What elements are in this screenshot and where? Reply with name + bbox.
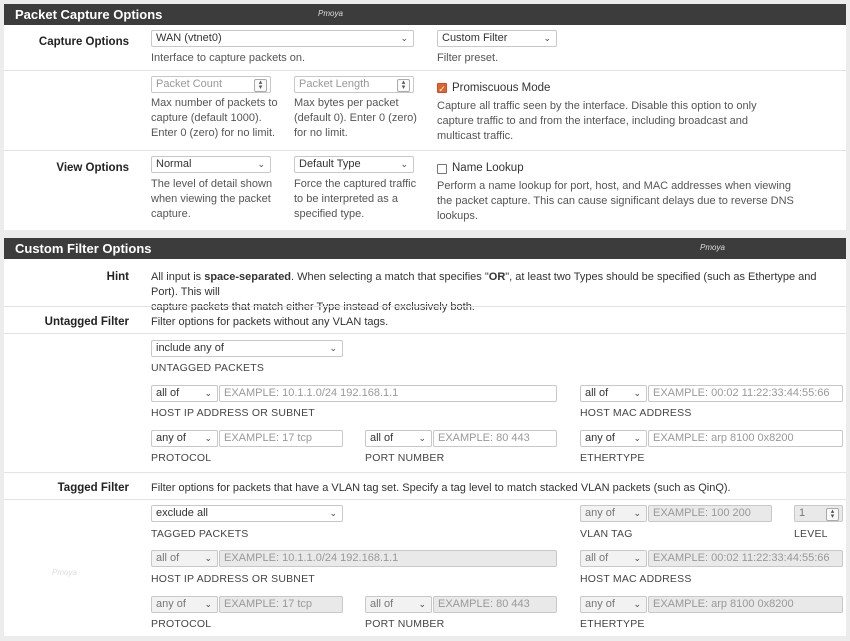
tagged-packets-caption: TAGGED PACKETS bbox=[151, 528, 249, 540]
untagged-ethertype-caption: ETHERTYPE bbox=[580, 452, 645, 464]
untagged-host-mac-caption: HOST MAC ADDRESS bbox=[580, 407, 692, 419]
watermark-logo: Pmoya bbox=[52, 568, 77, 577]
view-options-label: View Options bbox=[56, 162, 129, 174]
packet-count-input[interactable]: Packet Count ▴ ▾ bbox=[151, 76, 271, 93]
panel-title: Packet Capture Options bbox=[15, 7, 163, 22]
detail-level-help: The level of detail shown when viewing t… bbox=[151, 178, 273, 220]
row-divider bbox=[4, 306, 846, 307]
untagged-host-ip-input[interactable]: EXAMPLE: 10.1.1.0/24 192.168.1.1 bbox=[219, 385, 557, 402]
chevron-down-icon: ⌄ bbox=[400, 33, 408, 43]
chevron-down-icon: ⌄ bbox=[204, 433, 212, 443]
hint-text: All input is space-separated. When selec… bbox=[151, 271, 817, 313]
chevron-down-icon: ⌄ bbox=[543, 33, 551, 43]
untagged-packets-select[interactable]: include any of ⌄ bbox=[151, 340, 343, 357]
spinner-icon[interactable]: ▴ ▾ bbox=[397, 79, 410, 92]
tagged-port-input[interactable]: EXAMPLE: 80 443 bbox=[433, 596, 557, 613]
packet-length-help: Max bytes per packet (default 0). Enter … bbox=[294, 97, 417, 139]
row-divider bbox=[4, 70, 846, 71]
tagged-ethertype-op-select[interactable]: any of ⌄ bbox=[580, 596, 647, 613]
panel-title: Custom Filter Options bbox=[15, 241, 152, 256]
untagged-ethertype-input[interactable]: EXAMPLE: arp 8100 0x8200 bbox=[648, 430, 843, 447]
tagged-host-ip-caption: HOST IP ADDRESS OR SUBNET bbox=[151, 573, 315, 585]
tagged-packets-select[interactable]: exclude all ⌄ bbox=[151, 505, 343, 522]
chevron-down-icon: ⌄ bbox=[329, 343, 337, 353]
untagged-host-mac-op-select[interactable]: all of ⌄ bbox=[580, 385, 647, 402]
interface-select[interactable]: WAN (vtnet0) ⌄ bbox=[151, 30, 414, 47]
chevron-down-icon: ⌄ bbox=[633, 599, 641, 609]
vlan-tag-caption: VLAN TAG bbox=[580, 528, 633, 540]
chevron-down-icon: ⌄ bbox=[204, 388, 212, 398]
vlan-level-caption: LEVEL bbox=[794, 528, 828, 540]
promiscuous-help: Capture all traffic seen by the interfac… bbox=[437, 100, 757, 142]
capture-options-label: Capture Options bbox=[38, 36, 129, 48]
vlan-tag-op-select[interactable]: any of ⌄ bbox=[580, 505, 647, 522]
untagged-port-op-select[interactable]: all of ⌄ bbox=[365, 430, 432, 447]
chevron-down-icon: ⌄ bbox=[257, 159, 265, 169]
interface-help: Interface to capture packets on. bbox=[151, 52, 306, 64]
tagged-protocol-caption: PROTOCOL bbox=[151, 618, 212, 630]
promiscuous-label: Promiscuous Mode bbox=[452, 82, 551, 94]
promiscuous-checkbox[interactable]: ✓ bbox=[437, 83, 447, 94]
row-divider bbox=[4, 150, 846, 151]
spinner-icon[interactable]: ▴ ▾ bbox=[826, 508, 839, 521]
watermark-logo: Pmoya bbox=[700, 243, 725, 252]
packet-length-input[interactable]: Packet Length ▴ ▾ bbox=[294, 76, 414, 93]
untagged-protocol-op-select[interactable]: any of ⌄ bbox=[151, 430, 218, 447]
tagged-ethertype-input[interactable]: EXAMPLE: arp 8100 0x8200 bbox=[648, 596, 843, 613]
row-divider bbox=[4, 472, 846, 473]
tagged-port-caption: PORT NUMBER bbox=[365, 618, 445, 630]
chevron-down-icon: ⌄ bbox=[633, 553, 641, 563]
tagged-protocol-op-select[interactable]: any of ⌄ bbox=[151, 596, 218, 613]
tagged-ethertype-caption: ETHERTYPE bbox=[580, 618, 645, 630]
chevron-down-icon: ⌄ bbox=[400, 159, 408, 169]
tagged-protocol-input[interactable]: EXAMPLE: 17 tcp bbox=[219, 596, 343, 613]
untagged-port-input[interactable]: EXAMPLE: 80 443 bbox=[433, 430, 557, 447]
chevron-down-icon: ⌄ bbox=[204, 553, 212, 563]
tagged-filter-desc: Filter options for packets that have a V… bbox=[151, 482, 731, 494]
filter-preset-select[interactable]: Custom Filter ⌄ bbox=[437, 30, 557, 47]
untagged-filter-label: Untagged Filter bbox=[44, 316, 129, 328]
detail-level-select[interactable]: Normal ⌄ bbox=[151, 156, 271, 173]
chevron-down-icon: ⌄ bbox=[204, 599, 212, 609]
tagged-host-mac-input[interactable]: EXAMPLE: 00:02 11:22:33:44:55:66 bbox=[648, 550, 843, 567]
untagged-host-ip-caption: HOST IP ADDRESS OR SUBNET bbox=[151, 407, 315, 419]
chevron-down-icon: ⌄ bbox=[418, 433, 426, 443]
watermark-logo: Pmoya bbox=[318, 9, 343, 18]
name-lookup-checkbox[interactable] bbox=[437, 164, 447, 174]
tagged-port-op-select[interactable]: all of ⌄ bbox=[365, 596, 432, 613]
tagged-filter-label: Tagged Filter bbox=[57, 482, 129, 494]
untagged-host-mac-input[interactable]: EXAMPLE: 00:02 11:22:33:44:55:66 bbox=[648, 385, 843, 402]
filter-preset-help: Filter preset. bbox=[437, 52, 499, 64]
tagged-host-mac-caption: HOST MAC ADDRESS bbox=[580, 573, 692, 585]
packet-capture-heading: Packet Capture Options bbox=[4, 4, 846, 25]
untagged-protocol-input[interactable]: EXAMPLE: 17 tcp bbox=[219, 430, 343, 447]
packet-count-help: Max number of packets to capture (defaul… bbox=[151, 97, 278, 139]
untagged-host-ip-op-select[interactable]: all of ⌄ bbox=[151, 385, 218, 402]
untagged-protocol-caption: PROTOCOL bbox=[151, 452, 212, 464]
tagged-host-ip-input[interactable]: EXAMPLE: 10.1.1.0/24 192.168.1.1 bbox=[219, 550, 557, 567]
tagged-host-ip-op-select[interactable]: all of ⌄ bbox=[151, 550, 218, 567]
row-divider bbox=[4, 499, 846, 500]
chevron-down-icon: ⌄ bbox=[633, 433, 641, 443]
untagged-filter-desc: Filter options for packets without any V… bbox=[151, 316, 389, 328]
name-lookup-label: Name Lookup bbox=[452, 162, 524, 174]
hint-label: Hint bbox=[106, 271, 129, 283]
type-help: Force the captured traffic to be interpr… bbox=[294, 178, 417, 220]
row-divider bbox=[4, 333, 846, 334]
type-select[interactable]: Default Type ⌄ bbox=[294, 156, 414, 173]
chevron-down-icon: ⌄ bbox=[418, 599, 426, 609]
untagged-port-caption: PORT NUMBER bbox=[365, 452, 445, 464]
name-lookup-help: Perform a name lookup for port, host, an… bbox=[437, 180, 794, 222]
chevron-down-icon: ⌄ bbox=[329, 508, 337, 518]
tagged-host-mac-op-select[interactable]: all of ⌄ bbox=[580, 550, 647, 567]
untagged-ethertype-op-select[interactable]: any of ⌄ bbox=[580, 430, 647, 447]
untagged-packets-caption: UNTAGGED PACKETS bbox=[151, 362, 265, 374]
chevron-down-icon: ⌄ bbox=[633, 388, 641, 398]
vlan-level-input[interactable]: 1 ▴ ▾ bbox=[794, 505, 843, 522]
vlan-tag-input[interactable]: EXAMPLE: 100 200 bbox=[648, 505, 772, 522]
chevron-down-icon: ⌄ bbox=[633, 508, 641, 518]
spinner-icon[interactable]: ▴ ▾ bbox=[254, 79, 267, 92]
